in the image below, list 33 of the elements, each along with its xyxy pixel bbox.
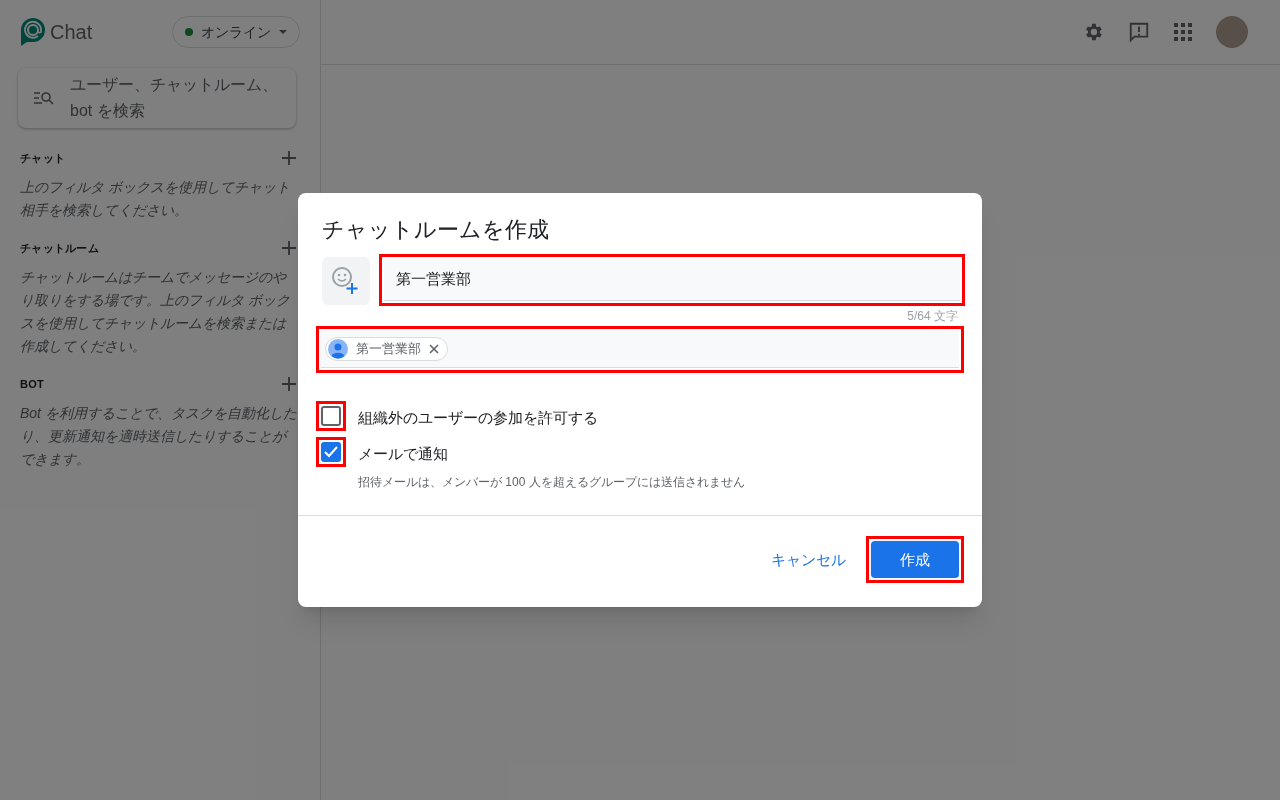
character-counter: 5/64 文字 xyxy=(907,307,958,325)
room-name-field[interactable]: 第一営業部 xyxy=(384,258,960,301)
create-button[interactable]: 作成 xyxy=(871,541,959,579)
room-icon-picker[interactable] xyxy=(322,256,370,305)
caret-icon xyxy=(279,30,287,34)
apps-grid-icon[interactable] xyxy=(1174,23,1192,41)
section-heading: BOT xyxy=(20,376,45,392)
member-chip[interactable]: 第一営業部 xyxy=(325,336,448,361)
add-icon[interactable] xyxy=(282,241,296,255)
section-description: 上のフィルタ ボックスを使用してチャット相手を検索してください。 xyxy=(20,178,291,220)
close-icon[interactable] xyxy=(429,343,439,354)
cancel-button[interactable]: キャンセル xyxy=(763,541,854,578)
search-field[interactable]: ユーザー、チャットルーム、bot を検索 xyxy=(18,68,296,128)
user-avatar-icon xyxy=(328,338,348,359)
option-label: 組織外のユーザーの参加を許可する xyxy=(358,407,598,428)
section-heading: チャット xyxy=(20,150,66,166)
checkmark-icon xyxy=(324,445,338,458)
chat-logo-icon xyxy=(20,17,46,47)
search-icon xyxy=(34,91,54,105)
option-hint: 招待メールは、メンバーが 100 人を超えるグループには送信されません xyxy=(358,474,745,492)
avatar[interactable] xyxy=(1216,16,1248,48)
add-icon[interactable] xyxy=(282,377,296,391)
emoji-add-icon xyxy=(330,264,360,295)
app-name: Chat xyxy=(50,20,93,45)
chip-label: 第一営業部 xyxy=(356,340,421,358)
section-heading: チャットルーム xyxy=(20,240,99,256)
dialog-title: チャットルームを作成 xyxy=(321,215,550,244)
feedback-icon[interactable] xyxy=(1128,21,1150,43)
add-icon[interactable] xyxy=(282,151,296,165)
members-field[interactable]: 第一営業部 xyxy=(321,330,959,368)
section-description: チャットルームはチームでメッセージのやり取りをする場です。上のフィルタ ボックスを使用してチャットルームを検索または作成してください。 xyxy=(20,268,291,356)
option-label: メールで通知 xyxy=(358,443,449,464)
section-description: Bot を利用することで、タスクを自動化したり、更新通知を適時送信したりすることができます。 xyxy=(20,404,298,469)
